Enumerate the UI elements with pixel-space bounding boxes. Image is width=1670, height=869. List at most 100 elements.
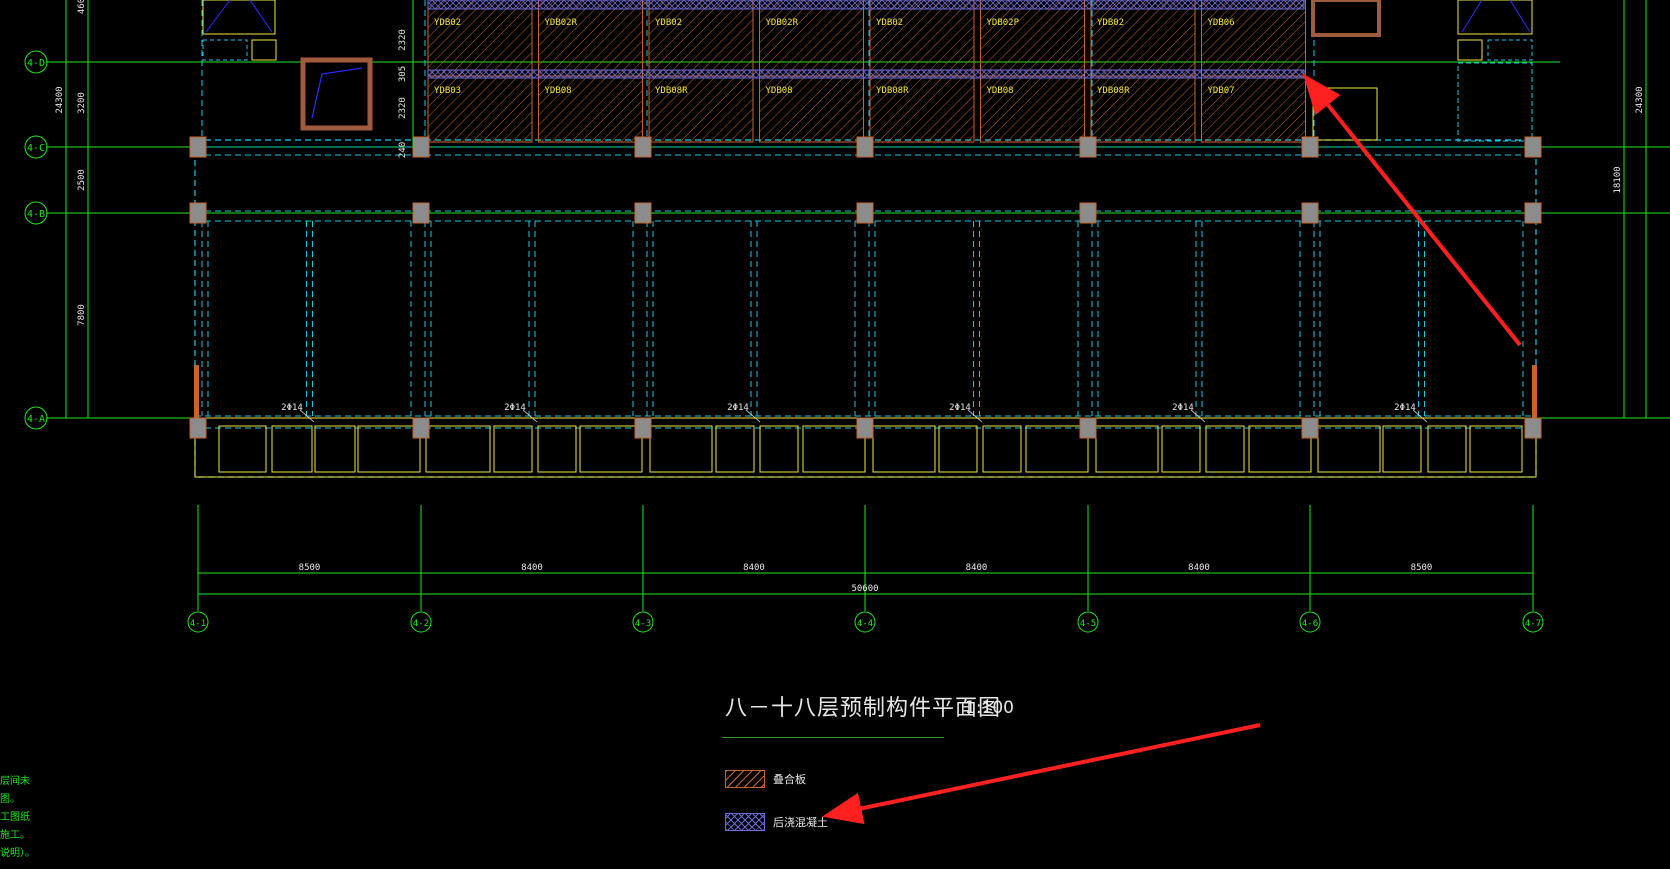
- balcony-bay: [1469, 425, 1523, 473]
- legend-label-slab: 叠合板: [773, 773, 806, 786]
- column: [856, 417, 874, 439]
- balcony-bay: [872, 425, 936, 473]
- panel-label: YDB02: [1097, 18, 1124, 28]
- shaft-line: [1461, 0, 1531, 33]
- panel-label: YDB08: [987, 86, 1014, 96]
- dim-text: 8400: [966, 563, 988, 573]
- dim-text: 240: [398, 142, 408, 158]
- balcony-bay: [579, 425, 643, 473]
- shaft-box: [300, 57, 373, 131]
- beam-mark: 2Φ14: [1394, 403, 1416, 413]
- legend-label-post-cast: 后浇混凝土: [773, 816, 828, 829]
- axis-label-col: 4-5: [1080, 619, 1096, 629]
- note-line: 施工。: [0, 830, 30, 841]
- panel-label: YDB06: [1208, 18, 1235, 28]
- dim-text: 460: [77, 0, 87, 14]
- column: [1524, 417, 1542, 439]
- dim-text: 3200: [77, 92, 87, 114]
- balcony-bay: [938, 425, 978, 473]
- panel-label: YDB02P: [987, 18, 1020, 28]
- dim-text: 50600: [851, 584, 878, 594]
- drawing-title: 八－十八层预制构件平面图: [725, 696, 1002, 721]
- column: [189, 136, 207, 158]
- balcony-bay: [537, 425, 577, 473]
- column: [634, 136, 652, 158]
- column: [1301, 417, 1319, 439]
- panel-label: YDB08R: [1097, 86, 1130, 96]
- axis-label-col: 4-1: [190, 619, 206, 629]
- axis-label-row: 4-B: [27, 209, 45, 220]
- room-outline: [202, 0, 276, 35]
- balcony-bay: [271, 425, 313, 473]
- axis-label-col: 4-3: [635, 619, 651, 629]
- column: [412, 417, 430, 439]
- column: [634, 417, 652, 439]
- balcony-bay: [1382, 425, 1422, 473]
- column: [856, 202, 874, 224]
- room-outline: [1487, 39, 1533, 61]
- floor-plan: 4-D 4-C 4-B 4-A YDB02 YDB03 YDB02R YDB08 YDB02 YD…: [24, 0, 1670, 825]
- panel-label: YDB08: [545, 86, 572, 96]
- precast-slab-panel: [980, 0, 1085, 77]
- shaft-line: [205, 0, 273, 33]
- room-outline: [1457, 62, 1533, 142]
- column: [1079, 417, 1097, 439]
- balcony-bay: [1317, 425, 1381, 473]
- balcony-bay: [1095, 425, 1159, 473]
- axis-label-col: 4-4: [857, 619, 873, 629]
- column: [189, 202, 207, 224]
- column: [1301, 202, 1319, 224]
- beam-mark: 2Φ14: [504, 403, 526, 413]
- precast-slab-panel: [759, 0, 864, 77]
- beam-mark: 2Φ14: [281, 403, 303, 413]
- note-line: 工图纸: [0, 812, 30, 823]
- balcony-bay: [1205, 425, 1245, 473]
- wall-segment: [1532, 365, 1537, 418]
- note-line: 说明）。: [0, 848, 35, 859]
- panel-label: YDB02R: [545, 18, 578, 28]
- legend-swatch-slab: [725, 770, 765, 788]
- balcony-bay: [982, 425, 1022, 473]
- precast-slab-panel: [1201, 0, 1306, 77]
- axis-label-row: 4-C: [27, 143, 45, 154]
- panel-label: YDB02R: [766, 18, 799, 28]
- dim-text: 8400: [521, 563, 543, 573]
- column: [856, 136, 874, 158]
- cad-drawing-canvas[interactable]: 4-D 4-C 4-B 4-A YDB02 YDB03 YDB02R YDB08 YDB02 YD…: [0, 0, 1670, 865]
- panel-label: YDB08R: [876, 86, 909, 96]
- balcony-bay: [649, 425, 713, 473]
- dim-text: 8400: [1188, 563, 1210, 573]
- dim-text: 24300: [1635, 86, 1645, 113]
- panel-label: YDB03: [434, 86, 461, 96]
- axis-label-col: 4-6: [1302, 619, 1318, 629]
- balcony-bay: [1161, 425, 1201, 473]
- balcony-bay: [759, 425, 799, 473]
- balcony-bay: [1427, 425, 1467, 473]
- shaft-box: [1311, 0, 1381, 37]
- wall-segment: [194, 365, 199, 418]
- axis-label-row: 4-D: [27, 58, 45, 69]
- panel-label: YDB02: [655, 18, 682, 28]
- precast-slab-panel: [869, 0, 975, 77]
- balcony-bay: [493, 425, 533, 473]
- column: [634, 202, 652, 224]
- balcony-bay: [357, 425, 421, 473]
- note-line: 图。: [0, 794, 20, 805]
- panel-label: YDB02: [434, 18, 461, 28]
- balcony-bay: [1025, 425, 1089, 473]
- panel-label: YDB08: [766, 86, 793, 96]
- column: [1524, 202, 1542, 224]
- panel-label: YDB07: [1208, 86, 1235, 96]
- axis-label-col: 4-2: [413, 619, 429, 629]
- panel-label: YDB02: [876, 18, 903, 28]
- balcony-bay: [218, 425, 267, 473]
- column: [1524, 136, 1542, 158]
- room-outline: [202, 39, 248, 61]
- annotation-arrow: [822, 723, 1261, 825]
- axis-label-col: 4-7: [1525, 619, 1541, 629]
- dim-text: 8500: [1411, 563, 1433, 573]
- panel-label: YDB08R: [655, 86, 688, 96]
- column: [1079, 136, 1097, 158]
- precast-slab-panel: [538, 0, 643, 77]
- note-line: 层间未: [0, 776, 30, 787]
